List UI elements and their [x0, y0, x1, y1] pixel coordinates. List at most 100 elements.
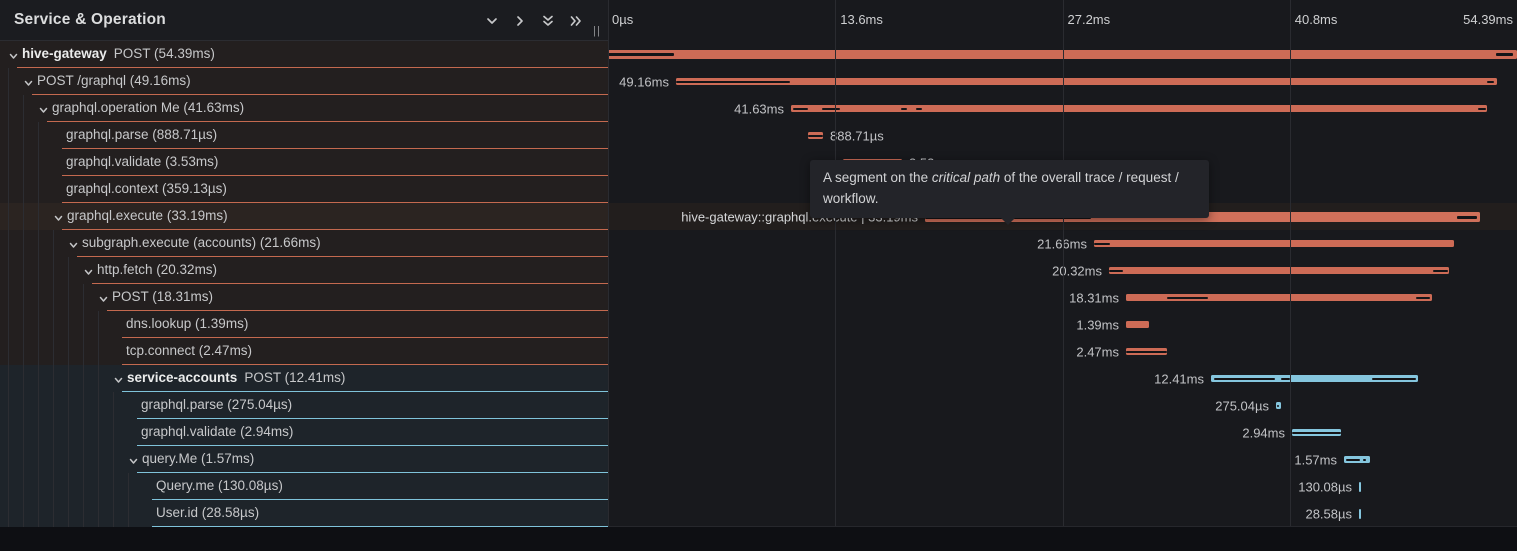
tree-row[interactable]: POST /graphql (49.16ms) — [0, 68, 608, 95]
operation-name: graphql.validate (3.53ms) — [66, 154, 218, 169]
critical-path-segment — [1496, 53, 1513, 56]
double-chevron-right-icon[interactable] — [568, 13, 584, 29]
operation-name: subgraph.execute (accounts) (21.66ms) — [82, 235, 321, 250]
tree-indent-guides — [8, 338, 107, 365]
operation-name: query.Me (1.57ms) — [142, 451, 254, 466]
tree-row[interactable]: User.id (28.58µs) — [0, 500, 608, 527]
tree-row[interactable]: hive-gatewayPOST (54.39ms) — [0, 41, 608, 68]
tree-chevron-icon[interactable] — [83, 265, 94, 276]
tree-row[interactable]: Query.me (130.08µs) — [0, 473, 608, 500]
span-bar[interactable] — [808, 132, 823, 139]
span-bar[interactable] — [1276, 402, 1281, 409]
span-bar[interactable] — [1126, 348, 1167, 355]
tree-indent-guides — [8, 149, 47, 176]
tree-row[interactable]: graphql.operation Me (41.63ms) — [0, 95, 608, 122]
span-bar[interactable] — [1359, 482, 1361, 492]
tree-row[interactable]: http.fetch (20.32ms) — [0, 257, 608, 284]
double-chevron-down-icon[interactable] — [540, 13, 556, 29]
critical-path-segment — [793, 108, 808, 110]
timeline-gridline — [835, 0, 836, 526]
tree-row[interactable]: POST (18.31ms) — [0, 284, 608, 311]
span-bar[interactable] — [1211, 375, 1418, 382]
chevron-down-icon[interactable] — [484, 13, 500, 29]
tree-row[interactable]: graphql.parse (888.71µs) — [0, 122, 608, 149]
critical-path-segment — [1372, 378, 1416, 380]
tree-chevron-icon[interactable] — [23, 76, 34, 87]
chevron-right-icon[interactable] — [512, 13, 528, 29]
span-bar[interactable] — [1109, 267, 1449, 274]
operation-name: User.id (28.58µs) — [156, 505, 259, 520]
tree-chevron-icon[interactable] — [53, 211, 64, 222]
operation-name: graphql.execute (33.19ms) — [67, 208, 228, 223]
operation-name: POST /graphql (49.16ms) — [37, 73, 191, 88]
span-bar[interactable] — [1094, 240, 1454, 247]
span-name-label: http.fetch (20.32ms) — [97, 262, 217, 277]
operation-name: POST (54.39ms) — [114, 46, 215, 61]
tree-row[interactable]: subgraph.execute (accounts) (21.66ms) — [0, 230, 608, 257]
operation-name: Query.me (130.08µs) — [156, 478, 283, 493]
span-name-label: hive-gatewayPOST (54.39ms) — [22, 46, 215, 61]
operation-name: http.fetch (20.32ms) — [97, 262, 217, 277]
timeline-tick-label: 27.2ms — [1068, 12, 1111, 27]
span-bar[interactable] — [676, 78, 1497, 85]
timeline-gridline — [1063, 0, 1064, 526]
tree-chevron-icon[interactable] — [38, 103, 49, 114]
critical-path-segment — [1487, 81, 1494, 83]
critical-path-tooltip: A segment on the critical path of the ov… — [810, 160, 1209, 218]
tree-chevron-icon[interactable] — [68, 238, 79, 249]
span-tree: hive-gatewayPOST (54.39ms) POST /graphql … — [0, 41, 608, 527]
tree-row[interactable]: graphql.parse (275.04µs) — [0, 392, 608, 419]
tree-indent-guides — [8, 257, 77, 284]
timeline-gridline — [608, 0, 609, 526]
critical-path-segment — [822, 108, 840, 110]
tree-row[interactable]: tcp.connect (2.47ms) — [0, 338, 608, 365]
critical-path-segment — [1457, 216, 1477, 219]
tree-indent-guides — [8, 122, 47, 149]
span-name-label: POST (18.31ms) — [112, 289, 213, 304]
span-duration-label: 49.16ms — [619, 74, 669, 89]
row-divider — [152, 526, 608, 527]
timeline-panel: 0µs13.6ms27.2ms40.8ms54.39ms 49.16ms41.6… — [608, 0, 1517, 527]
timeline-tick-label: 40.8ms — [1295, 12, 1338, 27]
column-resizer-handle[interactable]: || — [592, 25, 602, 37]
tooltip-arrow — [1001, 218, 1015, 225]
span-name-label: subgraph.execute (accounts) (21.66ms) — [82, 235, 321, 250]
tree-row[interactable]: graphql.context (359.13µs) — [0, 176, 608, 203]
tree-row[interactable]: query.Me (1.57ms) — [0, 446, 608, 473]
critical-path-segment — [1478, 108, 1486, 110]
span-bar[interactable] — [791, 105, 1487, 112]
span-bar[interactable] — [1344, 456, 1370, 463]
span-bar[interactable] — [1126, 321, 1149, 328]
span-bar[interactable] — [1126, 294, 1432, 301]
tree-indent-guides — [8, 230, 62, 257]
span-name-label: Query.me (130.08µs) — [156, 478, 283, 493]
tree-row[interactable]: dns.lookup (1.39ms) — [0, 311, 608, 338]
operation-name: graphql.context (359.13µs) — [66, 181, 227, 196]
tree-row[interactable]: graphql.execute (33.19ms) — [0, 203, 608, 230]
span-bar[interactable] — [1292, 429, 1341, 436]
critical-path-segment — [676, 81, 790, 83]
tree-chevron-icon[interactable] — [128, 454, 139, 465]
critical-path-segment — [608, 53, 674, 56]
critical-path-segment — [1363, 459, 1366, 461]
tree-row[interactable]: graphql.validate (3.53ms) — [0, 149, 608, 176]
operation-name: POST (18.31ms) — [112, 289, 213, 304]
tree-indent-guides — [8, 95, 32, 122]
span-duration-label: 41.63ms — [734, 101, 784, 116]
tree-chevron-icon[interactable] — [98, 292, 109, 303]
timeline-gridline — [1290, 0, 1291, 526]
tree-indent-guides — [8, 176, 47, 203]
tree-chevron-icon[interactable] — [8, 49, 19, 60]
critical-path-segment — [1167, 297, 1208, 299]
critical-path-segment — [1126, 351, 1167, 353]
tree-row[interactable]: service-accountsPOST (12.41ms) — [0, 365, 608, 392]
span-name-label: graphql.validate (2.94ms) — [141, 424, 293, 439]
span-bar[interactable] — [1359, 509, 1361, 519]
critical-path-segment — [1346, 459, 1360, 461]
tree-indent-guides — [8, 284, 92, 311]
operation-name: tcp.connect (2.47ms) — [126, 343, 252, 358]
tree-row[interactable]: graphql.validate (2.94ms) — [0, 419, 608, 446]
span-duration-label: 1.39ms — [1076, 317, 1119, 332]
tree-chevron-icon[interactable] — [113, 373, 124, 384]
operation-name: graphql.operation Me (41.63ms) — [52, 100, 244, 115]
